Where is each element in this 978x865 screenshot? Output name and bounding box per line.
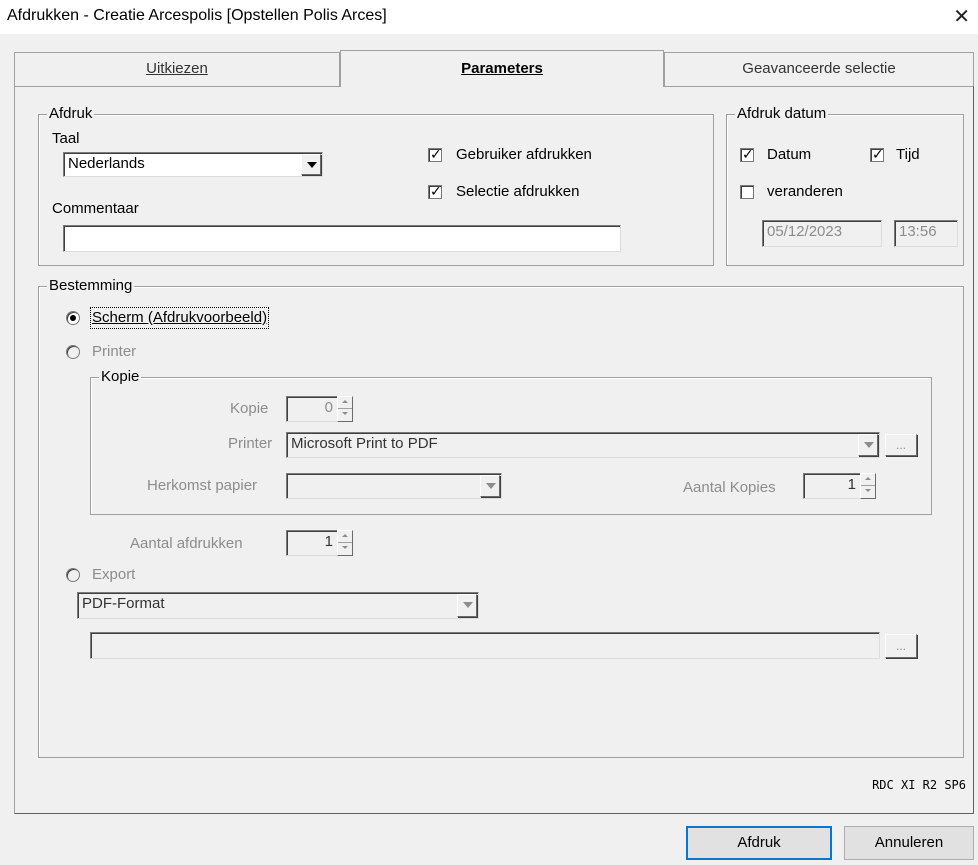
export-browse-label: ... <box>895 639 906 653</box>
cancel-button[interactable]: Annuleren <box>844 826 974 860</box>
aantal-afdrukken-input[interactable]: 1 <box>286 530 338 556</box>
export-label: Export <box>92 566 136 583</box>
selectie-checkbox[interactable]: ✓ <box>428 183 442 199</box>
scherm-label[interactable]: Scherm (Afdrukvoorbeeld) <box>89 307 270 329</box>
aantal-kopies-spinner[interactable] <box>860 473 876 499</box>
close-icon[interactable]: ✕ <box>953 4 970 29</box>
print-button[interactable]: Afdruk <box>686 826 832 860</box>
commentaar-label: Commentaar <box>52 200 139 217</box>
printer-label: Printer <box>228 435 273 452</box>
bestemming-legend: Bestemming <box>47 277 135 295</box>
spin-up-icon[interactable] <box>338 531 352 543</box>
chevron-down-icon[interactable] <box>480 475 500 497</box>
printer-browse-label: ... <box>895 438 906 452</box>
export-path-input[interactable] <box>90 632 880 659</box>
cancel-button-label: Annuleren <box>874 834 944 851</box>
bestemming-group: Bestemming <box>38 277 964 758</box>
tab-geavanceerde-selectie[interactable]: Geavanceerde selectie <box>664 52 974 86</box>
aantal-kopies-label: Aantal Kopies <box>683 479 776 496</box>
aantal-afdrukken-value: 1 <box>324 533 333 550</box>
spin-down-icon[interactable] <box>338 409 352 421</box>
scherm-radio[interactable] <box>66 311 80 325</box>
checkmark-icon: ✓ <box>872 146 884 162</box>
export-radio[interactable] <box>66 568 80 582</box>
kopie-label: Kopie <box>230 400 269 417</box>
taal-label: Taal <box>52 130 80 147</box>
tab-geavanceerde-label: Geavanceerde selectie <box>742 60 896 77</box>
gebruiker-label: Gebruiker afdrukken <box>456 146 592 163</box>
aantal-kopies-input[interactable]: 1 <box>803 473 861 499</box>
version-label: RDC XI R2 SP6 <box>872 778 966 792</box>
time-value: 13:56 <box>899 223 937 240</box>
aantal-afdrukken-label: Aantal afdrukken <box>130 535 243 552</box>
tijd-checkbox[interactable]: ✓ <box>870 146 884 162</box>
taal-select[interactable]: Nederlands <box>63 152 323 177</box>
date-value: 05/12/2023 <box>767 223 843 240</box>
tab-parameters[interactable]: Parameters <box>340 50 664 87</box>
herkomst-label: Herkomst papier <box>147 477 258 494</box>
kopie-input[interactable]: 0 <box>286 396 338 422</box>
kopie-value: 0 <box>324 399 333 416</box>
herkomst-select[interactable] <box>286 473 502 499</box>
aantal-afdrukken-spinner[interactable] <box>337 530 353 556</box>
spin-up-icon[interactable] <box>338 397 352 409</box>
radio-dot-icon <box>70 315 76 321</box>
export-format-value: PDF-Format <box>82 595 165 612</box>
tab-uitkiezen[interactable]: Uitkiezen <box>14 52 340 86</box>
aantal-kopies-value: 1 <box>847 476 856 493</box>
kopie-legend: Kopie <box>99 368 142 386</box>
checkmark-icon: ✓ <box>430 146 442 162</box>
spin-down-icon[interactable] <box>861 486 875 498</box>
print-button-label: Afdruk <box>737 834 781 851</box>
tab-parameters-label: Parameters <box>461 60 543 77</box>
veranderen-checkbox[interactable] <box>740 185 754 199</box>
chevron-down-icon[interactable] <box>457 594 477 617</box>
printer-select[interactable]: Microsoft Print to PDF <box>286 432 880 458</box>
spin-down-icon[interactable] <box>338 543 352 555</box>
commentaar-input[interactable] <box>63 225 621 252</box>
afdruk-datum-legend: Afdruk datum <box>735 105 829 123</box>
title-bar: Afdrukken - Creatie Arcespolis [Opstelle… <box>0 0 978 34</box>
export-format-select[interactable]: PDF-Format <box>77 592 479 619</box>
afdruk-legend: Afdruk <box>47 105 95 123</box>
printer-radio[interactable] <box>66 345 80 359</box>
window-title: Afdrukken - Creatie Arcespolis [Opstelle… <box>7 7 387 24</box>
kopie-spinner[interactable] <box>337 396 353 422</box>
checkmark-icon: ✓ <box>742 146 754 162</box>
spin-up-icon[interactable] <box>861 474 875 486</box>
taal-value: Nederlands <box>68 155 145 172</box>
checkmark-icon: ✓ <box>430 183 442 199</box>
chevron-down-icon[interactable] <box>301 154 321 175</box>
datum-checkbox[interactable]: ✓ <box>740 146 754 162</box>
time-input[interactable]: 13:56 <box>894 220 958 247</box>
printer-value: Microsoft Print to PDF <box>291 435 438 452</box>
chevron-down-icon[interactable] <box>858 434 878 456</box>
date-input[interactable]: 05/12/2023 <box>762 220 882 247</box>
printer-radio-label: Printer <box>92 343 137 360</box>
printer-browse-button[interactable]: ... <box>885 434 917 456</box>
selectie-label: Selectie afdrukken <box>456 183 580 200</box>
tab-uitkiezen-label: Uitkiezen <box>146 60 208 77</box>
veranderen-label: veranderen <box>767 183 843 200</box>
export-browse-button[interactable]: ... <box>885 634 917 658</box>
datum-label: Datum <box>767 146 812 163</box>
tijd-label: Tijd <box>896 146 920 163</box>
gebruiker-checkbox[interactable]: ✓ <box>428 146 442 162</box>
